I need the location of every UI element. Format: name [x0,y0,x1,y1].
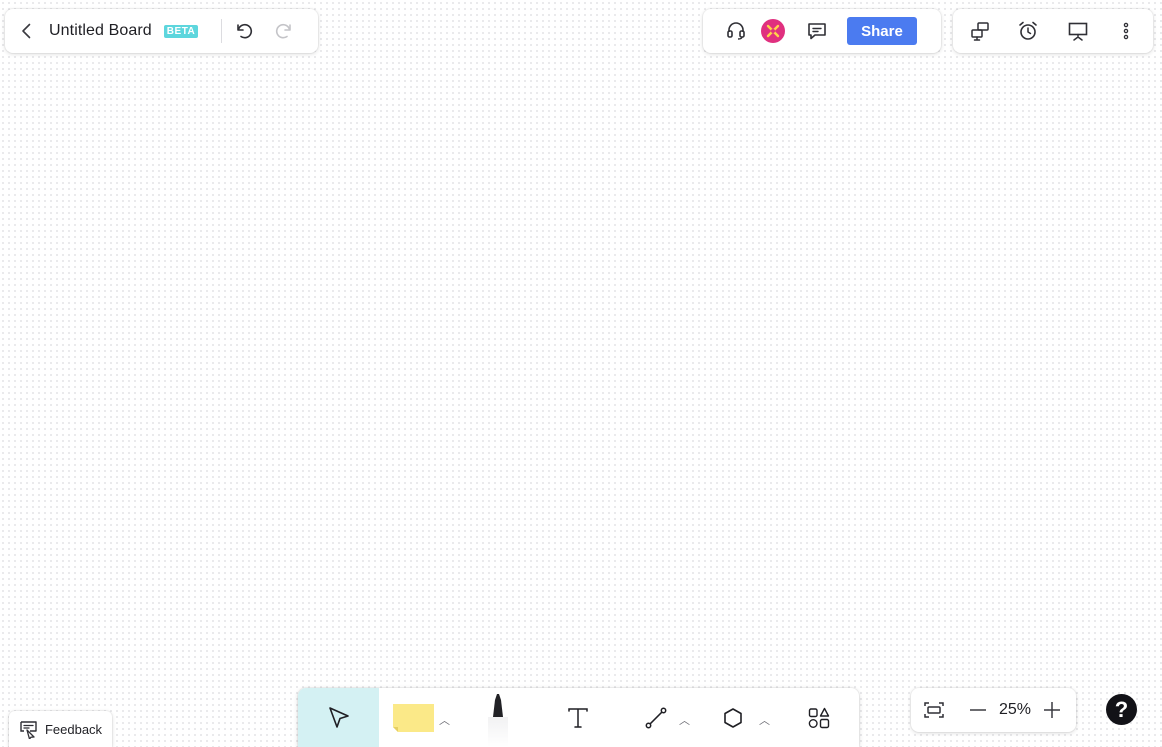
sticky-note-icon [393,703,434,732]
pin-transfer-icon [971,22,989,41]
chevron-left-icon [22,23,31,39]
tool-templates[interactable] [805,688,833,747]
feedback-label: Feedback [44,721,103,737]
creation-toolbar: ︿ ︿ ︿ [298,688,859,747]
fit-to-screen-icon [924,702,944,718]
redo-button[interactable] [268,15,300,47]
back-button[interactable] [11,15,43,47]
board-header: Untitled Board BETA [5,9,318,53]
support-button[interactable] [720,15,752,47]
shape-menu-caret[interactable]: ︿ [759,712,770,728]
zoom-out-button[interactable] [962,694,994,726]
more-button[interactable] [1110,15,1142,47]
headset-icon [727,22,745,40]
tool-connector[interactable] [642,688,670,747]
present-button[interactable] [1062,15,1094,47]
sticky-note-menu-caret[interactable]: ︿ [439,712,450,728]
plus-icon [1044,702,1060,718]
undo-icon [237,23,253,39]
connector-menu-caret[interactable]: ︿ [679,712,690,728]
feedback-icon [20,721,37,739]
zoom-level[interactable]: 25% [994,701,1036,719]
alarm-clock-icon [1019,21,1037,40]
redo-icon [276,23,292,39]
marker-icon [488,694,508,747]
fit-to-screen-button[interactable] [918,694,950,726]
help-button[interactable]: ? [1106,694,1137,725]
cursor-arrow-icon [328,706,349,728]
line-connector-icon [645,707,667,728]
hexagon-icon [724,707,742,728]
text-icon [568,707,588,728]
zoom-controls: 25% [911,688,1076,732]
tool-shape[interactable] [720,688,746,747]
board-tools [953,9,1153,53]
timer-button[interactable] [1012,15,1044,47]
whiteboard-canvas[interactable]: { "board": { "title": "Untitled Board", … [0,0,1162,747]
undo-button[interactable] [228,15,260,47]
more-vertical-icon [1123,22,1129,40]
avatar-icon [766,24,780,38]
presentation-icon [1068,22,1088,41]
tool-pen[interactable] [484,688,512,747]
zoom-in-button[interactable] [1036,694,1068,726]
shapes-library-icon [808,707,830,728]
feedback-button[interactable]: Feedback [9,711,112,747]
comments-button[interactable] [801,15,833,47]
beta-badge: BETA [163,24,199,38]
share-button[interactable]: Share [847,17,917,45]
minus-icon [970,709,986,711]
tool-select[interactable] [298,688,379,747]
tool-text[interactable] [564,688,592,747]
pin-transfer-button[interactable] [964,15,996,47]
collaboration-bar: Share [703,9,941,53]
tool-sticky-note[interactable] [392,688,436,747]
avatar[interactable] [761,19,785,43]
divider [221,19,223,43]
comment-icon [808,23,826,40]
board-title[interactable]: Untitled Board [49,22,152,40]
